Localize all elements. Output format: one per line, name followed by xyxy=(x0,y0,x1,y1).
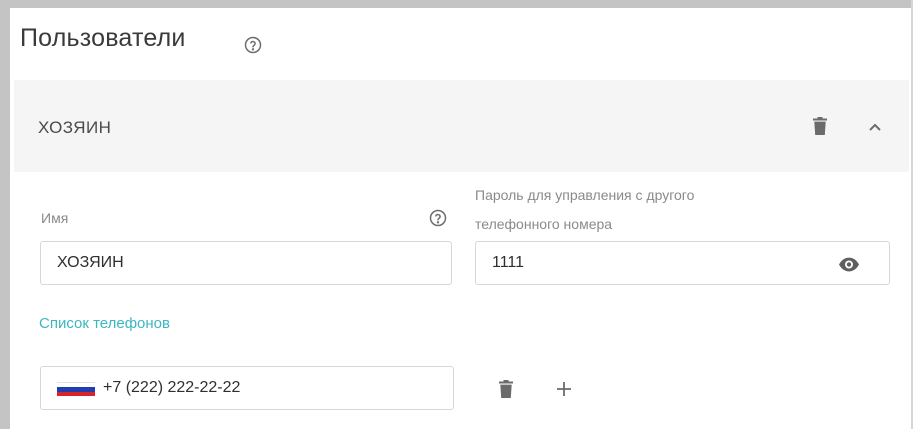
chevron-up-icon xyxy=(869,123,881,131)
phone-list-section-label[interactable]: Список телефонов xyxy=(39,315,170,332)
window-frame-top xyxy=(0,0,913,8)
password-input[interactable] xyxy=(476,242,889,284)
help-circle-icon[interactable] xyxy=(429,209,447,227)
password-field[interactable] xyxy=(475,241,890,285)
trash-icon xyxy=(499,380,513,398)
help-circle-icon[interactable] xyxy=(244,36,262,54)
add-phone-button[interactable] xyxy=(552,377,576,401)
name-field[interactable] xyxy=(40,241,452,285)
page-title: Пользователи xyxy=(20,24,186,52)
collapse-user-button[interactable] xyxy=(864,116,886,138)
user-card: ХОЗЯИН Имя ХОЗЯИН Пароль для управления … xyxy=(14,80,909,429)
name-field-label: Имя xyxy=(41,210,69,226)
password-field-label-line2: телефонного номера xyxy=(475,216,613,232)
phone-number-input[interactable] xyxy=(41,367,453,409)
delete-user-button[interactable] xyxy=(809,114,831,138)
trash-icon xyxy=(813,117,827,135)
window-frame-left xyxy=(0,0,10,429)
eye-icon xyxy=(838,257,860,272)
plus-icon xyxy=(556,381,572,397)
user-card-header[interactable]: ХОЗЯИН xyxy=(14,80,909,172)
password-field-label-line1: Пароль для управления с другого xyxy=(475,187,695,203)
toggle-password-visibility-button[interactable] xyxy=(836,253,862,275)
user-card-title: ХОЗЯИН xyxy=(38,118,112,137)
name-input[interactable] xyxy=(41,242,451,284)
phone-field[interactable] xyxy=(40,366,454,410)
delete-phone-button[interactable] xyxy=(495,377,517,401)
